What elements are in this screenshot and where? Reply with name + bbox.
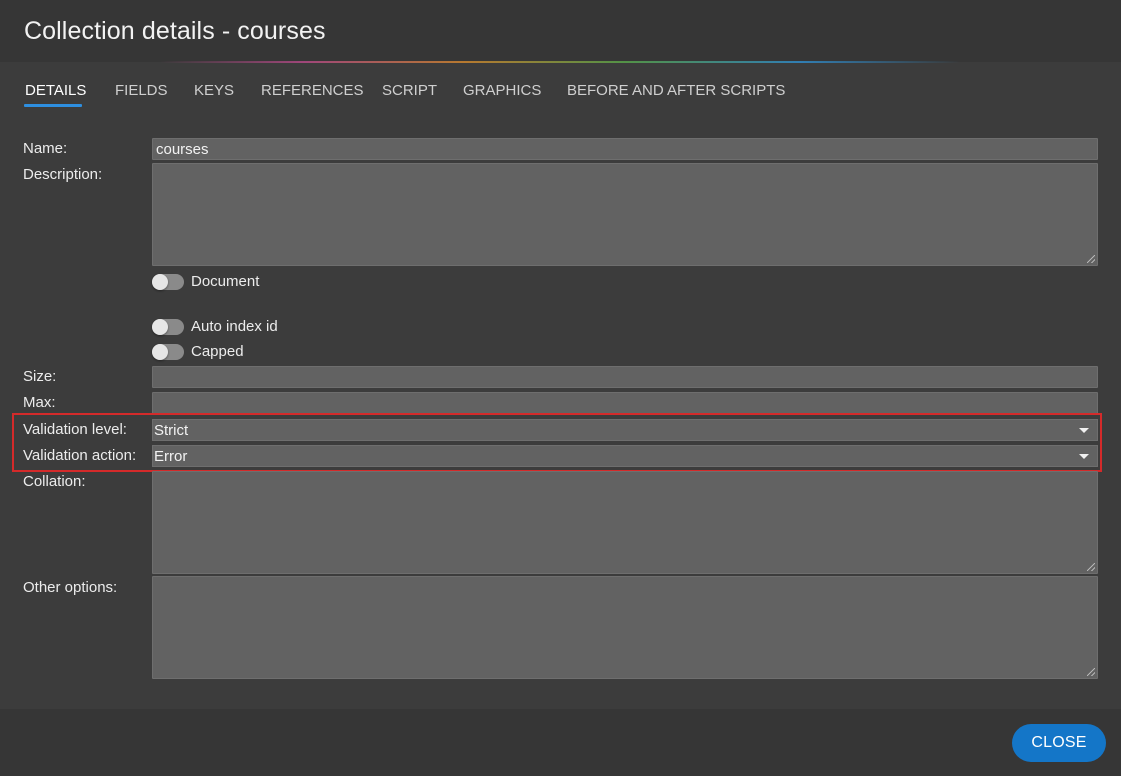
auto-index-id-toggle[interactable] [152, 319, 184, 335]
description-textarea[interactable] [152, 163, 1098, 266]
resize-grip-icon[interactable] [1087, 563, 1095, 571]
size-input[interactable] [152, 366, 1098, 388]
validation-level-select[interactable]: Strict [152, 419, 1098, 441]
dialog-footer [0, 709, 1121, 776]
other-options-label: Other options: [23, 579, 118, 596]
caret-down-icon [1079, 454, 1089, 459]
max-label: Max: [23, 394, 56, 411]
tab-bar: DETAILS FIELDS KEYS REFERENCES SCRIPT GR… [0, 63, 1121, 111]
tab-before-and-after-scripts[interactable]: BEFORE AND AFTER SCRIPTS [567, 82, 785, 99]
validation-action-label: Validation action: [23, 447, 137, 464]
close-button[interactable]: CLOSE [1012, 724, 1106, 762]
active-tab-indicator [24, 104, 82, 107]
resize-grip-icon[interactable] [1087, 255, 1095, 263]
tab-references[interactable]: REFERENCES [261, 82, 364, 99]
validation-level-value: Strict [154, 422, 189, 439]
tab-graphics[interactable]: GRAPHICS [463, 82, 541, 99]
other-options-textarea[interactable] [152, 576, 1098, 679]
validation-action-select[interactable]: Error [152, 445, 1098, 467]
validation-action-value: Error [154, 448, 188, 465]
tab-keys[interactable]: KEYS [194, 82, 234, 99]
size-label: Size: [23, 368, 57, 385]
tab-script[interactable]: SCRIPT [382, 82, 437, 99]
description-label: Description: [23, 166, 103, 183]
capped-toggle-label: Capped [191, 343, 244, 360]
max-input[interactable] [152, 392, 1098, 414]
tab-details[interactable]: DETAILS [25, 82, 86, 99]
auto-index-id-toggle-label: Auto index id [191, 318, 278, 335]
toggle-knob [152, 274, 168, 290]
toggle-knob [152, 344, 168, 360]
tab-fields[interactable]: FIELDS [115, 82, 168, 99]
dialog-titlebar: Collection details - courses [0, 0, 1121, 62]
validation-level-label: Validation level: [23, 421, 127, 438]
name-input[interactable]: courses [152, 138, 1098, 160]
collation-label: Collation: [23, 473, 86, 490]
dialog-title: Collection details - courses [24, 17, 326, 45]
toggle-knob [152, 319, 168, 335]
document-toggle[interactable] [152, 274, 184, 290]
caret-down-icon [1079, 428, 1089, 433]
resize-grip-icon[interactable] [1087, 668, 1095, 676]
capped-toggle[interactable] [152, 344, 184, 360]
name-label: Name: [23, 140, 68, 157]
collation-textarea[interactable] [152, 471, 1098, 574]
document-toggle-label: Document [191, 273, 260, 290]
